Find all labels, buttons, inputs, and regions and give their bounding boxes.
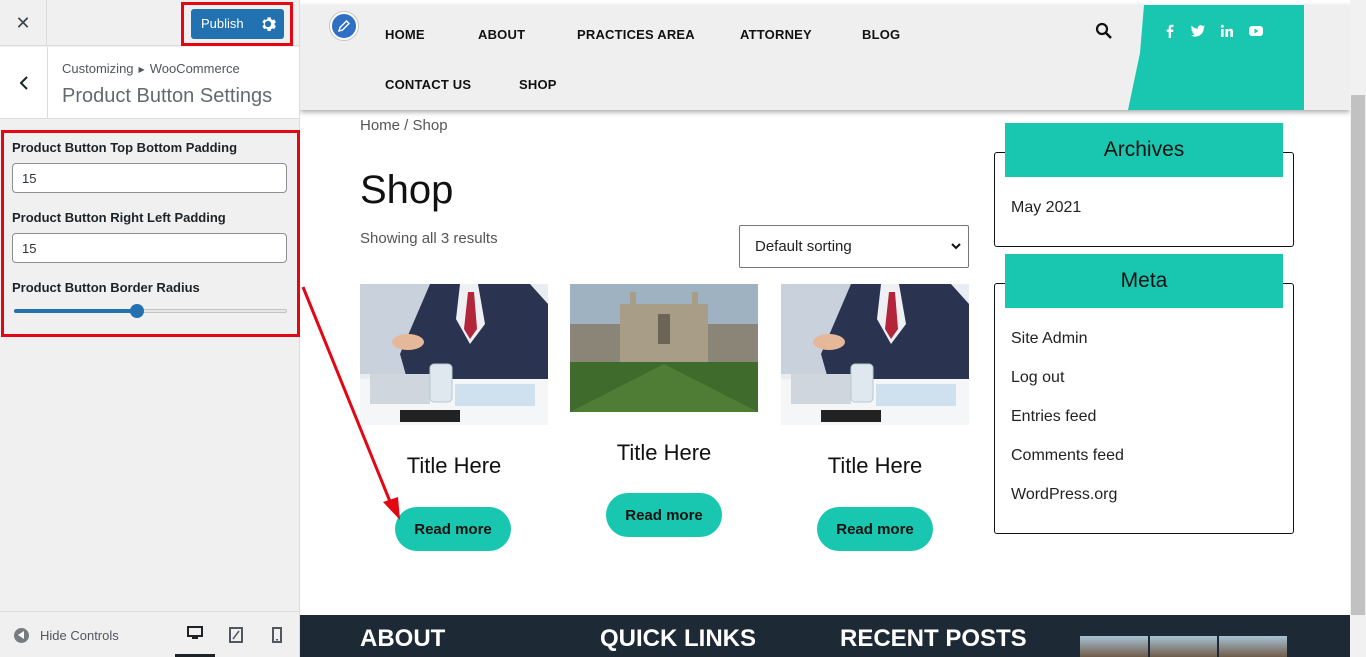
publish-button[interactable]: Publish: [191, 9, 284, 39]
right-left-padding-input[interactable]: [12, 233, 287, 263]
chevron-left-icon: [19, 76, 28, 90]
footer-heading-quick-links: QUICK LINKS: [600, 625, 756, 652]
tablet-preview-button[interactable]: [216, 612, 256, 657]
border-radius-slider-handle[interactable]: [130, 304, 144, 318]
sort-select-value: Default sorting: [755, 238, 852, 255]
read-more-button[interactable]: Read more: [395, 507, 511, 551]
page-breadcrumb[interactable]: Home / Shop: [360, 117, 448, 134]
site-logo[interactable]: [330, 12, 358, 40]
product-card: Title Here: [781, 284, 969, 479]
result-count: Showing all 3 results: [360, 230, 498, 247]
twitter-icon[interactable]: [1190, 23, 1206, 39]
recent-post-thumbnail[interactable]: [1149, 636, 1218, 657]
product-card: Title Here: [360, 284, 548, 479]
site-footer: ABOUT QUICK LINKS RECENT POSTS: [300, 615, 1350, 657]
section-title: Product Button Settings: [62, 85, 273, 107]
customizer-sidebar: ✕ Publish Customizing ▶ WooCommerce Produc…: [0, 0, 300, 657]
hide-controls-label: Hide Controls: [40, 628, 119, 643]
close-icon: ✕: [15, 12, 31, 33]
top-bottom-padding-input[interactable]: [12, 163, 287, 193]
chevron-down-icon: [951, 243, 961, 250]
nav-blog[interactable]: BLOG: [862, 27, 900, 42]
read-more-button[interactable]: Read more: [817, 507, 933, 551]
college-building-photo[interactable]: [570, 284, 758, 412]
facebook-icon[interactable]: [1162, 23, 1178, 39]
mobile-preview-button[interactable]: [257, 612, 297, 657]
product-title[interactable]: Title Here: [781, 453, 969, 479]
page-title: Shop: [360, 168, 454, 212]
border-radius-slider-fill: [14, 309, 137, 313]
section-header: Customizing ▶ WooCommerce Product Button S…: [0, 47, 299, 119]
meta-link[interactable]: WordPress.org: [1011, 486, 1117, 504]
breadcrumb-woocommerce: WooCommerce: [149, 61, 240, 76]
archives-widget-title: Archives: [1005, 123, 1283, 177]
breadcrumb-customizing: Customizing: [62, 61, 134, 76]
nav-shop[interactable]: SHOP: [519, 77, 557, 92]
businessman-photo[interactable]: [360, 284, 548, 425]
preview-scrollbar-thumb[interactable]: [1351, 95, 1365, 615]
social-bar: [1128, 5, 1304, 110]
recent-post-thumbnail[interactable]: [1080, 636, 1148, 657]
tablet-icon: [229, 627, 243, 643]
sort-select[interactable]: Default sorting: [739, 225, 969, 268]
close-customizer-button[interactable]: ✕: [0, 0, 47, 46]
back-button[interactable]: [0, 47, 48, 119]
product-title[interactable]: Title Here: [570, 440, 758, 466]
read-more-button[interactable]: Read more: [606, 493, 722, 537]
archive-link[interactable]: May 2021: [1011, 199, 1081, 217]
nav-attorney[interactable]: ATTORNEY: [740, 27, 812, 42]
breadcrumb-separator-icon: ▶: [138, 65, 145, 74]
search-icon[interactable]: [1095, 22, 1113, 40]
meta-link[interactable]: Entries feed: [1011, 408, 1096, 426]
footer-heading-recent-posts: RECENT POSTS: [840, 625, 1027, 652]
customizer-breadcrumb: Customizing ▶ WooCommerce: [62, 61, 240, 76]
site-header: HOME ABOUT PRACTICES AREA ATTORNEY BLOG …: [300, 5, 1350, 110]
recent-post-thumbnails[interactable]: [1080, 636, 1288, 657]
meta-widget-title: Meta: [1005, 254, 1283, 308]
meta-link[interactable]: Log out: [1011, 369, 1064, 387]
meta-link[interactable]: Comments feed: [1011, 447, 1124, 465]
border-radius-label: Product Button Border Radius: [12, 280, 200, 295]
desktop-preview-button[interactable]: [175, 612, 215, 657]
recent-post-thumbnail[interactable]: [1219, 636, 1288, 657]
site-preview: HOME ABOUT PRACTICES AREA ATTORNEY BLOG …: [300, 0, 1350, 657]
product-card: Title Here: [570, 284, 758, 466]
footer-heading-about: ABOUT: [360, 625, 446, 652]
mobile-icon: [272, 627, 282, 643]
meta-link[interactable]: Site Admin: [1011, 330, 1087, 348]
product-title[interactable]: Title Here: [360, 453, 548, 479]
publish-button-label: Publish: [201, 16, 244, 31]
top-bottom-padding-label: Product Button Top Bottom Padding: [12, 140, 238, 155]
collapse-icon: [14, 628, 29, 643]
youtube-icon[interactable]: [1248, 23, 1264, 39]
pencil-icon: [337, 20, 350, 33]
desktop-icon: [187, 626, 203, 639]
hide-controls-button[interactable]: Hide Controls: [14, 628, 119, 643]
customizer-footer: Hide Controls: [0, 611, 299, 657]
right-left-padding-label: Product Button Right Left Padding: [12, 210, 226, 225]
businessman-photo[interactable]: [781, 284, 969, 425]
gear-icon[interactable]: [259, 15, 277, 33]
nav-practices-area[interactable]: PRACTICES AREA: [577, 27, 695, 42]
nav-about[interactable]: ABOUT: [478, 27, 525, 42]
nav-contact-us[interactable]: CONTACT US: [385, 77, 471, 92]
nav-home[interactable]: HOME: [385, 27, 425, 42]
linkedin-icon[interactable]: [1219, 23, 1235, 39]
